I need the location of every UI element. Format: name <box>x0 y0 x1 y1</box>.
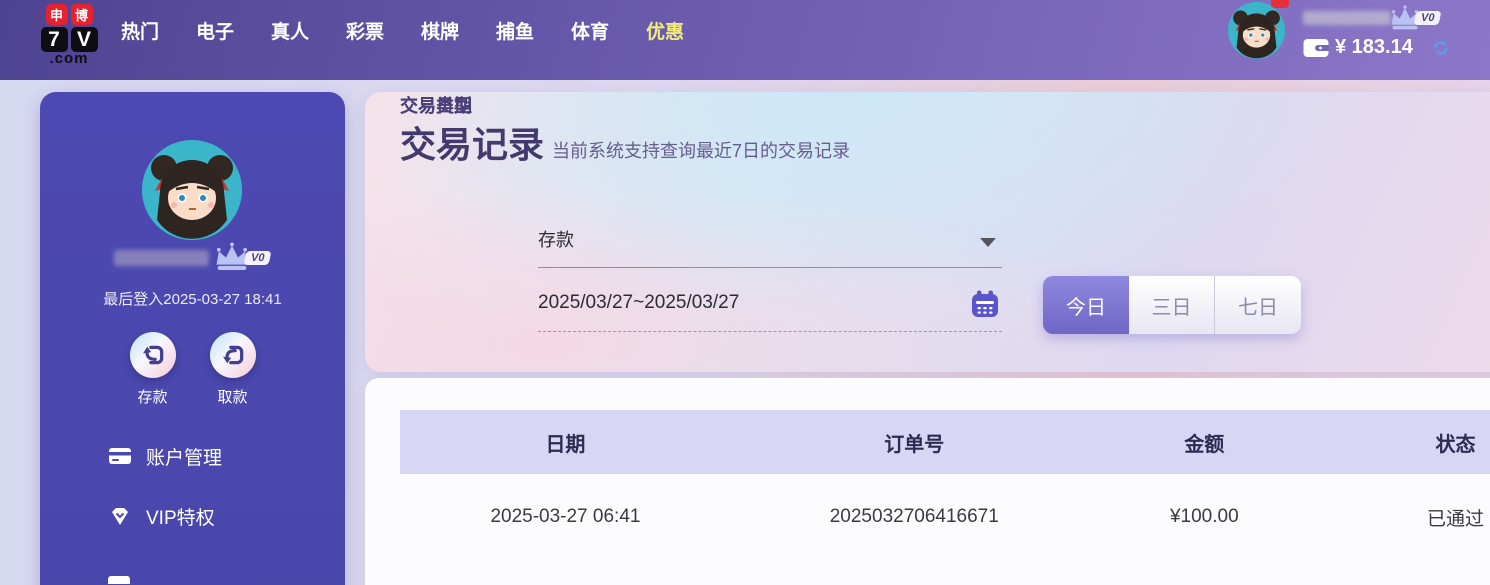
transaction-filter-panel: 交易记录 当前系统支持查询最近7日的交易记录 交易类型 存款 交易日期 2025… <box>365 92 1490 372</box>
logo-main-2: V <box>70 27 98 52</box>
range-today-button[interactable]: 今日 <box>1043 276 1129 334</box>
balance-amount: ¥ 183.14 <box>1335 36 1413 58</box>
sidebar: V0 最后登入2025-03-27 18:41 存款 取款 账户管理 VIP特权 <box>40 92 345 585</box>
notification-badge <box>1271 0 1289 8</box>
type-select[interactable]: 存款 <box>538 226 1002 268</box>
quick-actions: 存款 取款 <box>40 332 345 407</box>
sidebar-item-label: VIP特权 <box>146 507 215 529</box>
transaction-table-panel: 日期 订单号 金额 状态 2025-03-27 06:41 2025032706… <box>365 378 1490 585</box>
deposit-button[interactable]: 存款 <box>129 332 176 407</box>
logo-main-1: 7 <box>40 27 68 52</box>
cell-status: 已通过 <box>1426 508 1484 530</box>
user-info: V0 ¥ 183.14 <box>1303 4 1451 59</box>
page-subtitle: 当前系统支持查询最近7日的交易记录 <box>552 141 851 161</box>
nav-item-hot[interactable]: 热门 <box>121 17 159 44</box>
date-range-value: 2025/03/27~2025/03/27 <box>538 292 740 313</box>
user-avatar[interactable] <box>1228 2 1285 59</box>
col-header-amount: 金额 <box>1184 433 1225 456</box>
profile-avatar <box>142 140 242 240</box>
username-blurred <box>114 249 210 266</box>
logo-char-1: 申 <box>45 4 68 25</box>
date-range-quick-buttons: 今日 三日 七日 <box>1043 276 1301 334</box>
deposit-label: 存款 <box>137 389 168 406</box>
vip-level-badge: V0 <box>1413 11 1442 25</box>
chevron-down-icon <box>980 238 996 247</box>
sidebar-item-partial-icon[interactable] <box>108 576 130 584</box>
logo-char-2: 博 <box>70 4 93 25</box>
vip-level-badge: V0 <box>243 250 273 265</box>
table-row: 2025-03-27 06:41 2025032706416671 ¥100.0… <box>400 474 1490 560</box>
username-blurred <box>1303 11 1391 25</box>
main-nav: 热门 电子 真人 彩票 棋牌 捕鱼 体育 优惠 <box>121 17 684 44</box>
avatar-illustration <box>1228 2 1285 59</box>
withdraw-button[interactable]: 取款 <box>209 332 256 407</box>
refresh-balance-icon[interactable] <box>1431 38 1451 58</box>
sidebar-item-vip[interactable]: VIP特权 <box>108 504 328 529</box>
avatar-illustration <box>142 140 242 240</box>
nav-item-promo[interactable]: 优惠 <box>646 17 684 44</box>
nav-item-fishing[interactable]: 捕鱼 <box>496 17 534 44</box>
last-login-text: 最后登入2025-03-27 18:41 <box>103 291 282 308</box>
page: 申 博 7 V .com 热门 电子 真人 彩票 棋牌 捕鱼 体育 优惠 V0 … <box>0 0 1490 585</box>
page-title: 交易记录 <box>400 124 545 165</box>
range-7day-button[interactable]: 七日 <box>1215 276 1301 334</box>
profile-userline: V0 <box>40 242 345 273</box>
nav-item-live[interactable]: 真人 <box>271 17 309 44</box>
type-select-value: 存款 <box>538 230 574 250</box>
top-navbar: 申 博 7 V .com 热门 电子 真人 彩票 棋牌 捕鱼 体育 优惠 V0 … <box>0 0 1490 80</box>
wallet-icon <box>1303 38 1329 57</box>
sidebar-item-account[interactable]: 账户管理 <box>108 444 328 469</box>
sidebar-menu: 账户管理 VIP特权 <box>108 444 328 564</box>
calendar-icon[interactable] <box>970 289 1000 319</box>
sidebar-item-label: 账户管理 <box>146 447 223 469</box>
col-header-date: 日期 <box>545 433 586 456</box>
nav-item-lottery[interactable]: 彩票 <box>346 17 384 44</box>
bank-card-icon <box>109 448 131 464</box>
col-header-order: 订单号 <box>884 433 945 456</box>
diamond-icon <box>112 508 128 525</box>
col-header-status: 状态 <box>1435 433 1476 456</box>
table-header-row: 日期 订单号 金额 状态 <box>400 410 1490 474</box>
cell-date: 2025-03-27 06:41 <box>490 506 641 527</box>
cell-amount: ¥100.00 <box>1169 506 1239 527</box>
withdraw-label: 取款 <box>217 389 248 406</box>
brand-logo[interactable]: 申 博 7 V .com <box>38 4 100 66</box>
date-range-field[interactable]: 2025/03/27~2025/03/27 <box>538 288 1002 332</box>
range-3day-button[interactable]: 三日 <box>1129 276 1215 334</box>
date-filter-label: 交易日期 <box>400 96 472 116</box>
deposit-icon <box>142 345 163 365</box>
nav-item-slots[interactable]: 电子 <box>196 17 234 44</box>
nav-item-sports[interactable]: 体育 <box>571 17 609 44</box>
logo-suffix: .com <box>49 50 89 67</box>
nav-item-cards[interactable]: 棋牌 <box>421 17 459 44</box>
cell-order-number: 2025032706416671 <box>829 506 999 527</box>
withdraw-icon <box>222 345 243 365</box>
